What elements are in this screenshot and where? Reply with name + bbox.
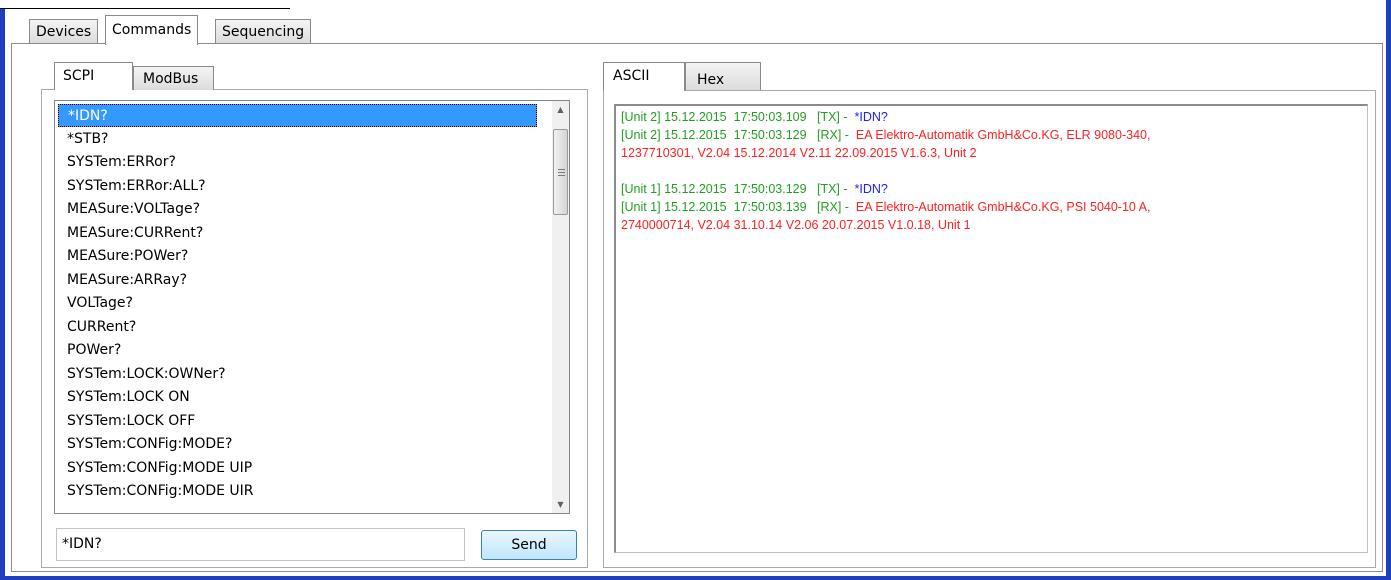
- tab-sequencing[interactable]: Sequencing: [215, 19, 312, 44]
- titlebar-fragment: [0, 0, 290, 9]
- command-list-item[interactable]: SYSTem:CONFig:MODE UIP: [58, 457, 537, 480]
- window-border-left: [0, 0, 5, 580]
- log-line: [Unit 1] 15.12.2015 17:50:03.139 [RX] - …: [621, 200, 1150, 214]
- tab-commands[interactable]: Commands: [105, 15, 199, 45]
- command-list-item[interactable]: MEASure:POWer?: [58, 245, 537, 268]
- grip-line: [558, 172, 565, 173]
- output-log[interactable]: [Unit 2] 15.12.2015 17:50:03.109 [TX] - …: [614, 104, 1368, 553]
- log-line: [Unit 1] 15.12.2015 17:50:03.129 [TX] - …: [621, 182, 888, 196]
- log-line: 1237710301, V2.04 15.12.2014 V2.11 22.09…: [621, 146, 977, 160]
- log-message: EA Elektro-Automatik GmbH&Co.KG, PSI 504…: [852, 200, 1151, 214]
- command-list-item[interactable]: SYSTem:LOCK ON: [58, 386, 537, 409]
- command-list-item[interactable]: MEASure:ARRay?: [58, 269, 537, 292]
- command-list-item[interactable]: MEASure:VOLTage?: [58, 198, 537, 221]
- tab-hex[interactable]: Hex: [685, 62, 761, 90]
- log-prefix: [Unit 2] 15.12.2015 17:50:03.129 [RX] -: [621, 128, 853, 142]
- tab-scpi[interactable]: SCPI: [54, 62, 133, 90]
- command-list-item[interactable]: SYSTem:CONFig:MODE UIR: [58, 480, 537, 503]
- command-list-item[interactable]: *IDN?: [58, 104, 537, 127]
- log-message: EA Elektro-Automatik GmbH&Co.KG, ELR 908…: [852, 128, 1151, 142]
- command-list-item[interactable]: VOLTage?: [58, 292, 537, 315]
- log-line: 2740000714, V2.04 31.10.14 V2.06 20.07.2…: [621, 218, 971, 232]
- scroll-thumb[interactable]: [553, 129, 568, 215]
- window-border-bottom: [0, 576, 1391, 580]
- log-prefix: [Unit 2] 15.12.2015 17:50:03.109 [TX] -: [621, 110, 852, 124]
- scroll-up-arrow-icon[interactable]: ▲: [552, 101, 569, 118]
- command-list[interactable]: *IDN? *STB? SYSTem:ERRor? SYSTem:ERRor:ALL?…: [54, 100, 570, 514]
- tab-devices[interactable]: Devices: [29, 19, 99, 44]
- command-list-item[interactable]: SYSTem:ERRor?: [58, 151, 537, 174]
- log-line: [Unit 2] 15.12.2015 17:50:03.129 [RX] - …: [621, 128, 1150, 142]
- command-list-item[interactable]: POWer?: [58, 339, 537, 362]
- grip-line: [558, 169, 565, 170]
- command-list-item[interactable]: SYSTem:CONFig:MODE?: [58, 433, 537, 456]
- window-border-right: [1386, 0, 1391, 580]
- tab-modbus[interactable]: ModBus: [133, 66, 214, 90]
- log-message: *IDN?: [851, 110, 888, 124]
- log-prefix: [Unit 1] 15.12.2015 17:50:03.139 [RX] -: [621, 200, 853, 214]
- tab-ascii[interactable]: ASCII: [603, 62, 685, 91]
- command-list-item[interactable]: MEASure:CURRent?: [58, 222, 537, 245]
- command-list-item[interactable]: SYSTem:ERRor:ALL?: [58, 175, 537, 198]
- command-list-item[interactable]: CURRent?: [58, 316, 537, 339]
- command-input[interactable]: *IDN?: [56, 528, 465, 561]
- command-list-item[interactable]: SYSTem:LOCK:OWNer?: [58, 363, 537, 386]
- log-line: [Unit 2] 15.12.2015 17:50:03.109 [TX] - …: [621, 110, 888, 124]
- grip-line: [558, 175, 565, 176]
- log-prefix: [Unit 1] 15.12.2015 17:50:03.129 [TX] -: [621, 182, 852, 196]
- scroll-down-arrow-icon[interactable]: ▼: [552, 496, 569, 513]
- list-scrollbar[interactable]: ▲ ▼: [552, 101, 569, 513]
- log-message: *IDN?: [851, 182, 888, 196]
- send-button[interactable]: Send: [481, 530, 577, 560]
- command-list-item[interactable]: *STB?: [58, 128, 537, 151]
- command-list-item[interactable]: SYSTem:LOCK OFF: [58, 410, 537, 433]
